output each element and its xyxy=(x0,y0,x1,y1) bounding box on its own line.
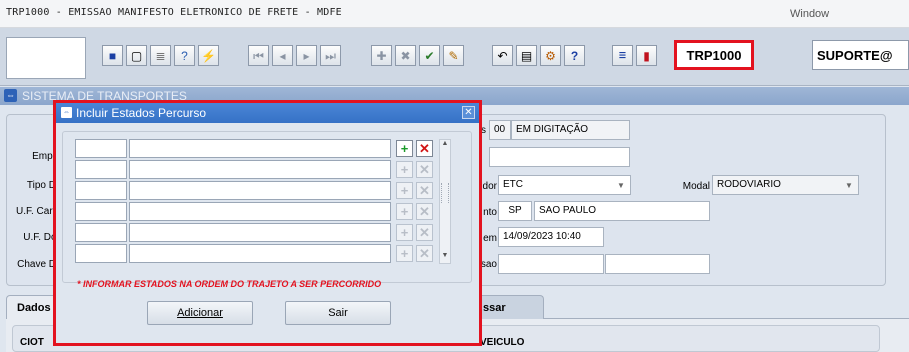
add-row-icon[interactable]: + xyxy=(396,224,413,241)
state-code-cell[interactable] xyxy=(75,160,127,179)
tab-dados[interactable]: Dados xyxy=(6,295,58,319)
state-name-cell[interactable] xyxy=(129,202,391,221)
state-name-cell[interactable] xyxy=(129,181,391,200)
encerramento-field-2[interactable] xyxy=(605,254,710,274)
state-name-cell[interactable] xyxy=(129,223,391,242)
dialog-title: Incluir Estados Percurso xyxy=(76,106,207,120)
ciot-label: CIOT xyxy=(20,337,44,348)
chevron-down-icon[interactable]: ▼ xyxy=(613,176,629,194)
delete-row-icon[interactable]: ✕ xyxy=(416,245,433,262)
uf-name-field[interactable]: SAO PAULO xyxy=(534,201,710,221)
chave-label: Chave D xyxy=(17,259,56,270)
state-code-cell[interactable] xyxy=(75,139,127,158)
empresa-label: Empr xyxy=(32,151,56,162)
window-title: TRP1000 - EMISSAO MANIFESTO ELETRONICO D… xyxy=(6,7,342,18)
help-query-icon[interactable]: ? xyxy=(174,45,195,66)
modal-label: Modal xyxy=(682,181,710,192)
delete-row-icon[interactable]: ✕ xyxy=(416,203,433,220)
help-icon[interactable]: ? xyxy=(564,45,585,66)
tipo-label: Tipo D xyxy=(26,180,56,191)
status-code-field[interactable]: 00 xyxy=(489,120,511,140)
adicionar-button[interactable]: Adicionar xyxy=(147,301,253,325)
execute-query-icon[interactable]: ⚡ xyxy=(198,45,219,66)
state-name-cell[interactable] xyxy=(129,244,391,263)
uf-carregamento-label: U.F. Carr xyxy=(16,206,56,217)
delete-row-icon[interactable]: ✕ xyxy=(416,224,433,241)
close-icon[interactable]: ✕ xyxy=(462,106,475,119)
modal-value: RODOVIARIO xyxy=(717,179,781,190)
tools-icon[interactable]: ⚙ xyxy=(540,45,561,66)
modal-select[interactable]: RODOVIARIO ▼ xyxy=(712,175,859,195)
window-titlebar: TRP1000 - EMISSAO MANIFESTO ELETRONICO D… xyxy=(0,0,909,28)
sair-button[interactable]: Sair xyxy=(285,301,391,325)
add-row-icon[interactable]: + xyxy=(396,182,413,199)
scroll-thumb[interactable] xyxy=(441,183,449,203)
window-icon[interactable]: ▢ xyxy=(126,45,147,66)
edit-icon[interactable]: ✎ xyxy=(443,45,464,66)
previous-record-icon[interactable]: ◂ xyxy=(272,45,293,66)
print-icon[interactable]: ≣ xyxy=(150,45,171,66)
add-row-icon[interactable]: + xyxy=(396,245,413,262)
status-text-field[interactable]: EM DIGITAÇÃO xyxy=(511,120,630,140)
add-row-icon[interactable]: + xyxy=(396,203,413,220)
encerramento-field-1[interactable] xyxy=(498,254,604,274)
insert-record-icon[interactable]: ✚ xyxy=(371,45,392,66)
next-record-icon[interactable]: ▸ xyxy=(296,45,317,66)
uf-descarregamento-label: U.F. Dc xyxy=(23,232,56,243)
screen-code: TRP1000 xyxy=(686,47,742,63)
scroll-up-icon[interactable]: ▲ xyxy=(440,140,450,150)
tab-processar-label: ssar xyxy=(483,302,506,314)
delete-record-icon[interactable]: ✖ xyxy=(395,45,416,66)
order-hint: * INFORMAR ESTADOS NA ORDEM DO TRAJETO A… xyxy=(77,279,382,289)
delete-row-icon[interactable]: ✕ xyxy=(416,182,433,199)
scroll-down-icon[interactable]: ▼ xyxy=(440,252,450,262)
save-icon[interactable]: ■ xyxy=(102,45,123,66)
window-menu[interactable]: Window xyxy=(790,8,829,20)
add-row-icon[interactable]: + xyxy=(396,140,413,157)
system-icon: ⇔ xyxy=(4,89,17,102)
screen-code-box: TRP1000 xyxy=(674,40,754,70)
chevron-down-icon[interactable]: ▼ xyxy=(841,176,857,194)
company-logo xyxy=(6,37,86,79)
vehicle-label: VEICULO xyxy=(480,337,525,348)
state-name-cell[interactable] xyxy=(129,160,391,179)
emissao-datetime-field[interactable]: 14/09/2023 10:40 xyxy=(498,227,604,247)
uf-code-field[interactable]: SP xyxy=(498,201,532,221)
state-code-cell[interactable] xyxy=(75,244,127,263)
dialog-titlebar: ⇔ Incluir Estados Percurso ✕ xyxy=(56,103,479,123)
sair-label: Sair xyxy=(328,307,348,319)
add-row-icon[interactable]: + xyxy=(396,161,413,178)
incluir-estados-dialog: ⇔ Incluir Estados Percurso ✕ + ✕ + ✕ + ✕… xyxy=(53,100,482,346)
undo-icon[interactable]: ↶ xyxy=(492,45,513,66)
state-name-cell[interactable] xyxy=(129,139,391,158)
emissor-value: ETC xyxy=(503,179,523,190)
delete-row-icon[interactable]: ✕ xyxy=(416,140,433,157)
search-icon[interactable]: ✔ xyxy=(419,45,440,66)
user-box: SUPORTE@ xyxy=(812,40,909,70)
adicionar-label: Adicionar xyxy=(177,307,223,319)
copy-icon[interactable]: ▤ xyxy=(516,45,537,66)
delete-row-icon[interactable]: ✕ xyxy=(416,161,433,178)
menu-icon[interactable]: ☰ xyxy=(612,45,633,66)
exit-icon[interactable]: ▮ xyxy=(636,45,657,66)
emissor-select[interactable]: ETC ▼ xyxy=(498,175,631,195)
first-record-icon[interactable]: ⏮ xyxy=(248,45,269,66)
state-code-cell[interactable] xyxy=(75,223,127,242)
last-record-icon[interactable]: ⏭ xyxy=(320,45,341,66)
state-code-cell[interactable] xyxy=(75,202,127,221)
state-code-cell[interactable] xyxy=(75,181,127,200)
empresa-field[interactable] xyxy=(489,147,630,167)
tab-dados-label: Dados xyxy=(17,302,51,314)
dialog-icon: ⇔ xyxy=(61,107,72,118)
user-name: SUPORTE@ xyxy=(817,47,893,63)
